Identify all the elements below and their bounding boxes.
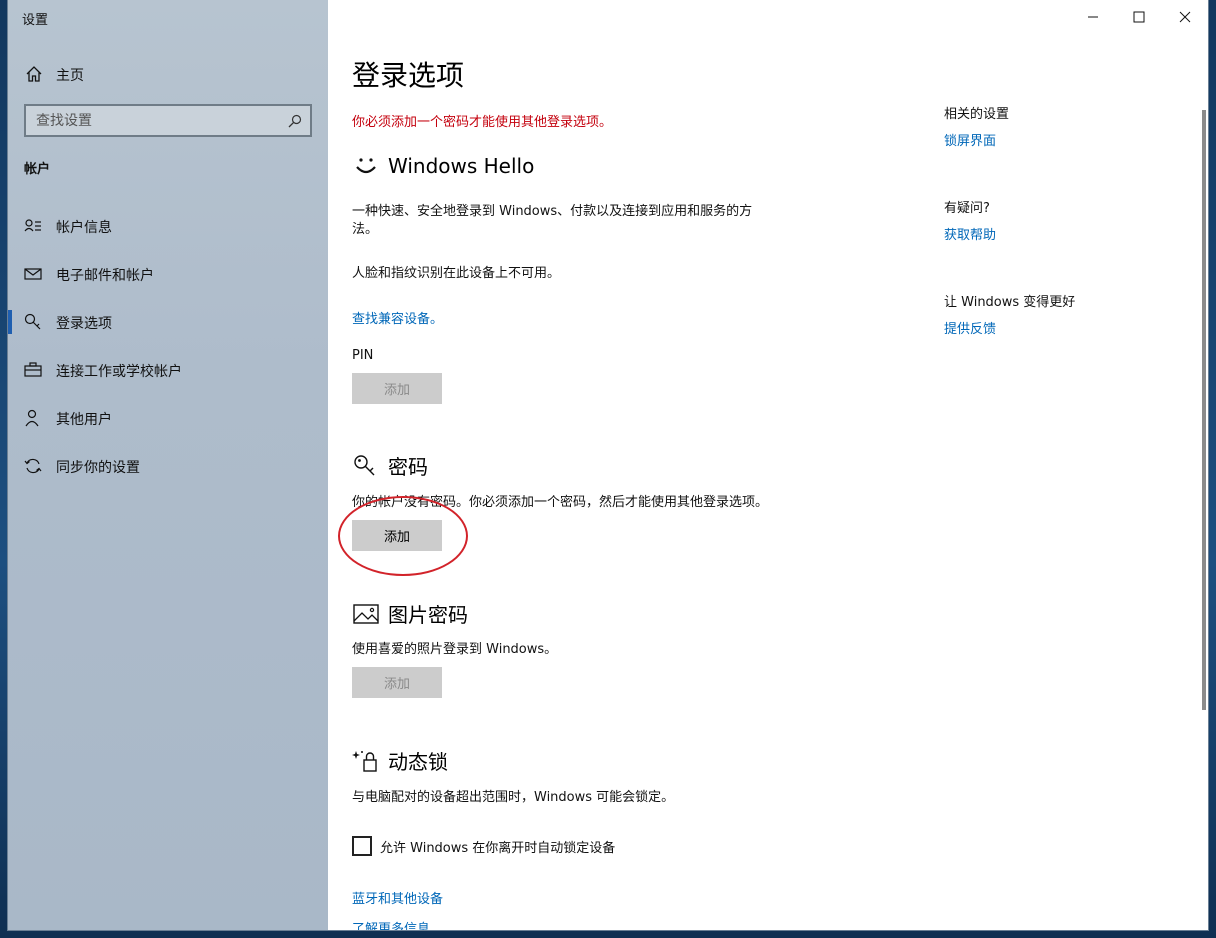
questions-heading: 有疑问? xyxy=(944,201,990,216)
section-label-accounts: 帐户 xyxy=(24,162,51,177)
related-settings-heading: 相关的设置 xyxy=(944,107,1010,122)
account-info-icon xyxy=(24,219,41,232)
mail-icon xyxy=(24,268,42,280)
key-icon xyxy=(354,454,375,475)
pin-label: PIN xyxy=(352,348,374,363)
sidebar-home[interactable]: 主页 xyxy=(8,58,328,90)
sidebar-item-label: 连接工作或学校帐户 xyxy=(56,364,182,380)
sidebar-item-label: 同步你的设置 xyxy=(56,460,140,476)
search-icon[interactable] xyxy=(288,114,302,128)
app-title: 设置 xyxy=(22,13,49,28)
sidebar-item-label: 登录选项 xyxy=(56,316,112,332)
sidebar-item-work-school[interactable]: 连接工作或学校帐户 xyxy=(8,346,328,394)
bluetooth-devices-link[interactable]: 蓝牙和其他设备 xyxy=(352,888,443,907)
dynamic-lock-checkbox[interactable] xyxy=(352,836,372,856)
password-add-button[interactable]: 添加 xyxy=(352,520,442,551)
sync-icon xyxy=(24,458,42,474)
sidebar-item-label: 其他用户 xyxy=(56,412,112,428)
lock-screen-link[interactable]: 锁屏界面 xyxy=(944,130,996,149)
feedback-heading: 让 Windows 变得更好 xyxy=(944,295,1076,310)
learn-more-link[interactable]: 了解更多信息 xyxy=(352,918,430,930)
home-icon xyxy=(26,66,42,82)
sidebar-item-email-accounts[interactable]: 电子邮件和帐户 xyxy=(8,250,328,298)
settings-window: 设置 主页 帐户 帐户 xyxy=(8,0,1208,930)
windows-hello-title: Windows Hello xyxy=(388,154,535,178)
password-required-warning: 你必须添加一个密码才能使用其他登录选项。 xyxy=(352,115,613,130)
dynamic-lock-checkbox-label: 允许 Windows 在你离开时自动锁定设备 xyxy=(380,840,616,856)
give-feedback-link[interactable]: 提供反馈 xyxy=(944,318,996,337)
picture-password-add-button[interactable]: 添加 xyxy=(352,667,442,698)
window-controls xyxy=(1070,0,1208,34)
sidebar-home-label: 主页 xyxy=(56,68,84,84)
password-heading: 密码 xyxy=(352,451,428,480)
picture-password-desc: 使用喜爱的照片登录到 Windows。 xyxy=(352,642,558,657)
dynamic-lock-icon xyxy=(352,750,377,772)
minimize-icon[interactable] xyxy=(1070,0,1116,34)
sidebar-nav: 帐户信息 电子邮件和帐户 登录选项 连接工作或学校帐户 其他用户 同步你的设置 xyxy=(8,202,328,490)
close-icon[interactable] xyxy=(1162,0,1208,34)
main-content: 登录选项 你必须添加一个密码才能使用其他登录选项。 Windows Hello … xyxy=(328,0,1208,930)
selected-indicator xyxy=(8,310,12,334)
password-title: 密码 xyxy=(388,455,428,479)
biometrics-unavailable-text: 人脸和指纹识别在此设备上不可用。 xyxy=(352,266,561,281)
get-help-link[interactable]: 获取帮助 xyxy=(944,224,996,243)
sidebar-item-other-users[interactable]: 其他用户 xyxy=(8,394,328,442)
scrollbar[interactable] xyxy=(1202,110,1206,710)
briefcase-icon xyxy=(24,362,42,377)
person-icon xyxy=(25,409,39,427)
picture-password-heading: 图片密码 xyxy=(352,599,468,628)
maximize-icon[interactable] xyxy=(1116,0,1162,34)
dynamic-lock-heading: 动态锁 xyxy=(352,746,448,775)
dynamic-lock-desc: 与电脑配对的设备超出范围时，Windows 可能会锁定。 xyxy=(352,790,675,805)
sidebar-item-sign-in-options[interactable]: 登录选项 xyxy=(8,298,328,346)
windows-hello-heading: Windows Hello xyxy=(352,153,534,179)
key-icon xyxy=(24,313,41,330)
sidebar: 设置 主页 帐户 帐户 xyxy=(8,0,328,930)
search-box[interactable] xyxy=(24,104,312,137)
find-compatible-devices-link[interactable]: 查找兼容设备。 xyxy=(352,308,443,327)
sidebar-item-account-info[interactable]: 帐户信息 xyxy=(8,202,328,250)
search-input[interactable] xyxy=(36,112,276,129)
smiley-icon xyxy=(356,158,376,174)
sidebar-item-label: 电子邮件和帐户 xyxy=(56,268,154,284)
dynamic-lock-checkbox-row[interactable]: 允许 Windows 在你离开时自动锁定设备 xyxy=(352,836,615,856)
windows-hello-desc-1: 一种快速、安全地登录到 Windows、付款以及连接到应用和服务的方 xyxy=(352,204,753,219)
pin-add-button[interactable]: 添加 xyxy=(352,373,442,404)
sidebar-item-label: 帐户信息 xyxy=(56,220,112,236)
dynamic-lock-title: 动态锁 xyxy=(388,750,448,774)
picture-password-title: 图片密码 xyxy=(388,603,468,627)
page-title: 登录选项 xyxy=(352,59,465,92)
windows-hello-desc-2: 法。 xyxy=(352,222,379,237)
picture-icon xyxy=(353,603,379,624)
sidebar-item-sync[interactable]: 同步你的设置 xyxy=(8,442,328,490)
password-desc: 你的帐户没有密码。你必须添加一个密码，然后才能使用其他登录选项。 xyxy=(352,495,769,510)
